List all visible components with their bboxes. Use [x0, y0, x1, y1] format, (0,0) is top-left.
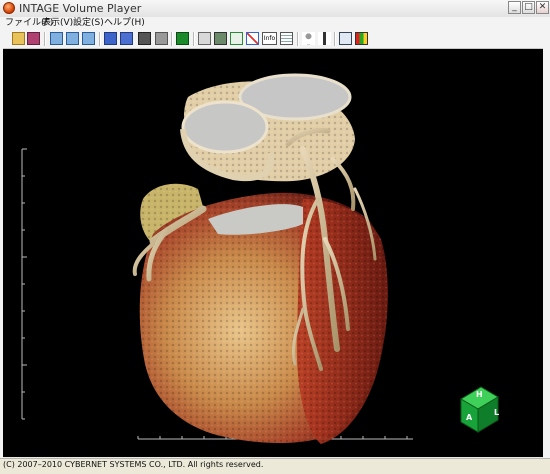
toolbar: Info [0, 30, 550, 49]
cube-label-side: L [494, 408, 499, 417]
minimize-button[interactable]: _ [508, 1, 521, 14]
single-view-icon[interactable] [50, 32, 63, 45]
tower-icon[interactable] [318, 32, 331, 45]
person-icon[interactable] [302, 32, 315, 45]
app-icon[interactable] [3, 2, 15, 14]
menu-bar: ファイル(F) 表示(V) 設定(S) ヘルプ(H) [0, 17, 550, 31]
title-bar: INTAGE Volume Player _ □ ✕ [0, 0, 550, 18]
list-icon[interactable] [280, 32, 293, 45]
menu-view[interactable]: 表示(V) [42, 17, 73, 30]
cube-front-icon[interactable] [104, 32, 117, 45]
axes-icon[interactable] [246, 32, 259, 45]
cube-shaded-icon[interactable] [138, 32, 151, 45]
green-square-icon[interactable] [176, 32, 189, 45]
dual-view-icon[interactable] [66, 32, 79, 45]
heart-volume-rendering: H A L [21, 73, 499, 444]
volume-render-viewport[interactable]: H A L [3, 49, 543, 457]
heart-model [132, 73, 388, 444]
clip-box-icon[interactable] [214, 32, 227, 45]
quad-view-icon[interactable] [82, 32, 95, 45]
orientation-cube[interactable]: H A L [460, 386, 499, 433]
cube-gray-icon[interactable] [155, 32, 168, 45]
toolbar-separator [99, 32, 101, 46]
color-palette-icon[interactable] [355, 32, 368, 45]
toolbar-separator [297, 32, 299, 46]
menu-settings[interactable]: 設定(S) [73, 17, 104, 30]
toolbar-separator [193, 32, 195, 46]
close-button[interactable]: ✕ [536, 1, 549, 14]
open-folder-icon[interactable] [12, 32, 25, 45]
maximize-button[interactable]: □ [522, 1, 535, 14]
window-title: INTAGE Volume Player [19, 2, 142, 15]
info-icon[interactable]: Info [262, 32, 277, 45]
window-icon[interactable] [339, 32, 352, 45]
copyright-text: (C) 2007–2010 CYBERNET SYSTEMS CO., LTD.… [3, 460, 264, 469]
save-image-icon[interactable] [27, 32, 40, 45]
cube-label-top: H [476, 390, 483, 399]
toolbar-separator [171, 32, 173, 46]
status-bar: (C) 2007–2010 CYBERNET SYSTEMS CO., LTD.… [0, 458, 550, 474]
vertical-scale-bar [21, 148, 27, 420]
cube-label-front: A [466, 413, 473, 422]
cube-side-icon[interactable] [120, 32, 133, 45]
window-frame-right [543, 48, 550, 458]
toolbar-separator [44, 32, 46, 46]
menu-help[interactable]: ヘルプ(H) [104, 17, 145, 30]
ruler-icon[interactable] [198, 32, 211, 45]
wire-cube-icon[interactable] [230, 32, 243, 45]
toolbar-separator [334, 32, 336, 46]
